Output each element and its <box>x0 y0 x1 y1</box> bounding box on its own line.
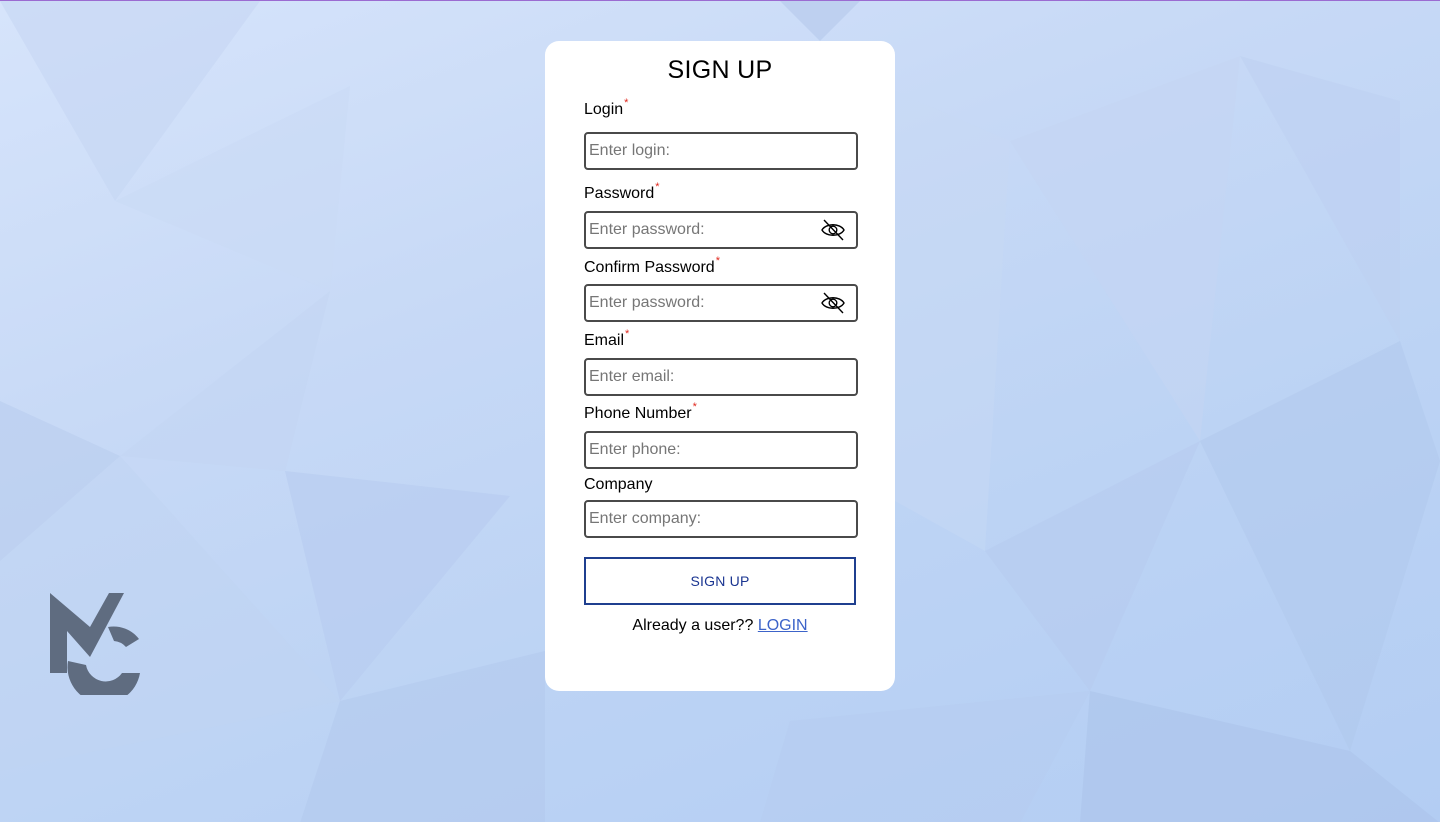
login-input[interactable] <box>586 134 814 168</box>
password-label: Password* <box>584 181 660 202</box>
phone-label: Phone Number* <box>584 401 697 422</box>
password-input[interactable] <box>586 213 814 247</box>
company-label: Company <box>584 476 653 493</box>
phone-field <box>584 431 858 469</box>
login-link[interactable]: LOGIN <box>758 617 808 634</box>
confirm-password-label: Confirm Password* <box>584 255 720 276</box>
login-prompt: Already a user?? LOGIN <box>545 617 895 635</box>
login-prompt-text: Already a user?? <box>632 617 754 634</box>
required-marker: * <box>625 328 630 340</box>
signup-card: SIGN UP Login* Password* Confirm Passwor… <box>545 41 895 691</box>
confirm-password-field <box>584 284 858 322</box>
company-input[interactable] <box>586 502 814 536</box>
login-field <box>584 132 858 170</box>
page-title: SIGN UP <box>667 56 773 84</box>
mc-logo <box>50 593 140 695</box>
signup-button[interactable]: SIGN UP <box>584 557 856 605</box>
required-marker: * <box>715 255 720 267</box>
password-field <box>584 211 858 249</box>
required-marker: * <box>692 401 697 413</box>
email-field <box>584 358 858 396</box>
eye-slash-icon[interactable] <box>820 219 846 241</box>
phone-input[interactable] <box>586 433 814 467</box>
email-input[interactable] <box>586 360 814 394</box>
confirm-password-input[interactable] <box>586 286 814 320</box>
required-marker: * <box>624 97 629 109</box>
page-background: SIGN UP Login* Password* Confirm Passwor… <box>0 0 1440 822</box>
eye-slash-icon[interactable] <box>820 292 846 314</box>
required-marker: * <box>655 181 660 193</box>
login-label: Login* <box>584 97 629 118</box>
company-field <box>584 500 858 538</box>
email-label: Email* <box>584 328 630 349</box>
